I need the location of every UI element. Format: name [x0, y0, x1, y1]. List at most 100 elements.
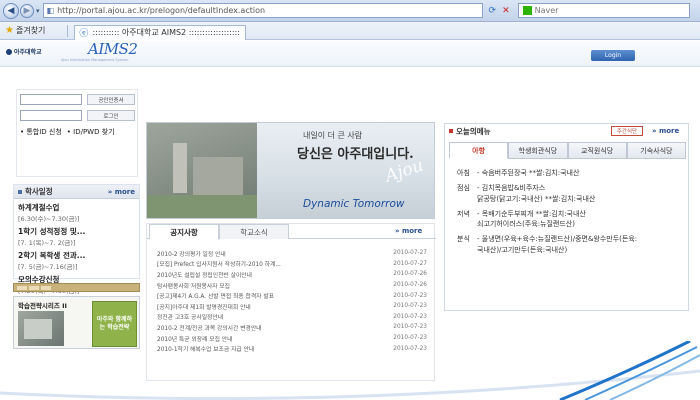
refresh-icon[interactable]: ⟳ — [489, 6, 497, 16]
schedule-item[interactable]: 2학기 복학생 전과... [7. 5(금)~7.16(금)] — [18, 250, 135, 271]
favorites-label: 즐겨찾기 — [15, 26, 46, 35]
quick-banner-strip[interactable] — [13, 283, 140, 292]
dish-line: 닭공탕(닭고기:국내산) **쌀:김치:국내산 — [477, 194, 596, 203]
hero-dynamic-tomorrow: Dynamic Tomorrow — [303, 198, 405, 210]
bullet-icon — [18, 189, 22, 194]
notice-title: 정진관 고3호 공사일정안내 — [157, 315, 224, 322]
banner-chip — [29, 285, 39, 290]
notice-row[interactable]: 2010년도 설립설 정립인천반 살이안내 2010-07-26 — [157, 269, 427, 280]
notice-title: 2010년도 설립설 정립인천반 살이안내 — [157, 272, 252, 279]
search-input[interactable]: Naver — [517, 3, 690, 18]
tab-staff-cafeteria[interactable]: 교직원식당 — [567, 142, 627, 159]
notice-title: 2010-2 강의평가 일정 안내 — [157, 251, 226, 258]
meal-dishes: - 울냉면(우육+육수:뉴질랜드산)/중면&왕수만두(돈육: 국내산)/고기만두… — [477, 234, 637, 256]
bullet-icon — [449, 129, 453, 133]
notice-title: [모집] Prefect 입사지원서 작성하기-2010 하계... — [157, 262, 281, 269]
university-logo-text: 아주대학교 — [14, 49, 42, 56]
academic-schedule: 학사일정 » more 하계계절수업 [6.30(수)~7.30(금)] 1학기… — [13, 184, 140, 295]
notice-date: 2010-07-23 — [393, 324, 427, 331]
notice-title: 2010-2 전계/전공 과목 강의시간 변경안내 — [157, 325, 262, 332]
page-icon: ◧ — [46, 6, 55, 15]
forward-button[interactable]: ▶ — [20, 3, 34, 18]
stop-icon[interactable]: ✕ — [502, 6, 510, 16]
browser-tab-title: :::::::::: 아주대학교 AIMS2 :::::::::::::::::… — [92, 28, 240, 37]
tab-notices[interactable]: 공지사항 — [149, 224, 219, 240]
back-button[interactable]: ◀ — [3, 2, 19, 19]
schedule-title: 학사일정 — [18, 186, 53, 197]
register-id-link[interactable]: • 통합ID 신청 — [20, 127, 62, 137]
notice-row[interactable]: [공지]아주대 제1회 발명경진대회 안내 2010-07-23 — [157, 301, 427, 312]
notice-row[interactable]: 2010-2 전계/전공 과목 강의시간 변경안내 2010-07-23 — [157, 322, 427, 333]
notice-date: 2010-07-27 — [393, 250, 427, 257]
university-logo[interactable]: 아주대학교 — [6, 47, 42, 56]
logo-emblem-icon — [6, 48, 12, 55]
menu-row-dinner: 저녁 - 목배기순두부찌개 **쌀:김치:국내산 쇠고기허이러스(주육:뉴질랜드… — [457, 209, 685, 231]
menu-title: 오늘의메뉴 — [456, 126, 491, 136]
hero-slogan-line2: 당신은 아주대입니다. — [297, 147, 414, 162]
aims-logo[interactable]: AIMS2 Ajou Information Management System — [60, 40, 140, 66]
aims-title: AIMS2 — [88, 40, 138, 58]
dish-line: - 김치목음밥&비주자스 — [477, 183, 546, 192]
meal-label: 아침 — [457, 169, 470, 177]
schedule-item-date: [7. 1(목)~7. 2(금)] — [18, 239, 76, 247]
tab-school-news[interactable]: 학교소식 — [219, 224, 289, 239]
weekly-menu-button[interactable]: 주간식단 — [611, 126, 643, 136]
notice-row[interactable]: [모집] Prefect 입사지원서 작성하기-2010 하계... 2010-0… — [157, 259, 427, 270]
address-bar[interactable]: ◧ http://portal.ajou.ac.kr/prelogon/defa… — [42, 3, 483, 18]
menu-more-link[interactable]: » more — [652, 127, 679, 135]
tab-ahang[interactable]: 아항 — [449, 142, 509, 159]
certificate-button[interactable]: 공인인증서 — [87, 94, 135, 105]
tab-student-hall[interactable]: 학생회관식당 — [508, 142, 568, 159]
campus-photo — [147, 123, 257, 218]
meal-dishes: - 김치목음밥&비주자스 닭공탕(닭고기:국내산) **쌀:김치:국내산 — [477, 183, 595, 205]
favorites-button[interactable]: ★ 즐겨찾기 — [5, 25, 45, 36]
page-content: 아주대학교 AIMS2 Ajou Information Management … — [0, 40, 700, 400]
star-icon: ★ — [5, 25, 14, 36]
notice-date: 2010-07-23 — [393, 313, 427, 320]
study-banner-title: 학습전략시리즈 II — [18, 302, 67, 310]
schedule-more-link[interactable]: » more — [108, 188, 135, 196]
site-header: 아주대학교 AIMS2 Ajou Information Management … — [0, 40, 700, 67]
campus-tower — [173, 143, 187, 193]
login-links: • 통합ID 신청 • ID/PWD 찾기 — [20, 127, 115, 137]
schedule-title-text: 학사일정 — [25, 187, 53, 196]
user-id-input[interactable] — [20, 94, 82, 105]
hero-banner: 내일이 더 큰 사람 당신은 아주대입니다. Ajou Dynamic Tomo… — [146, 122, 435, 219]
tab-dormitory[interactable]: 기숙사식당 — [626, 142, 686, 159]
ie-icon: ⓔ — [79, 29, 89, 39]
notice-row[interactable]: [공고]제4기 A.G.A. 선발 면접 최종 합격자 발표 2010-07-23 — [157, 290, 427, 301]
dish-line: 쇠고기허이러스(주육:뉴질랜드산) — [477, 220, 575, 229]
schedule-item[interactable]: 1학기 성적정정 및... [7. 1(목)~7. 2(금)] — [18, 226, 135, 247]
decorative-swoosh — [0, 341, 700, 400]
today-menu: 오늘의메뉴 주간식단 » more 아항 학생회관식당 교직원식당 기숙사식당 … — [444, 123, 689, 311]
schedule-item[interactable]: 하계계절수업 [6.30(수)~7.30(금)] — [18, 202, 135, 223]
notice-more-link[interactable]: » more — [395, 227, 422, 235]
schedule-item-name: 2학기 복학생 전과... — [18, 251, 86, 260]
history-dropdown-icon[interactable]: ▾ — [36, 7, 40, 15]
dish-line: - 숙음버주된장국 **쌀:김치:국내산 — [477, 169, 580, 177]
menu-row-snack: 분식 - 울냉면(우육+육수:뉴질랜드산)/중면&왕수만두(돈육: 국내산)/고… — [457, 234, 685, 256]
schedule-item-name: 1학기 성적정정 및... — [18, 227, 86, 236]
find-id-pwd-link[interactable]: • ID/PWD 찾기 — [67, 127, 115, 137]
notice-date: 2010-07-23 — [393, 292, 427, 299]
login-button[interactable]: 로그인 — [87, 110, 135, 121]
meal-label: 점심 — [457, 183, 470, 192]
aims-subtitle: Ajou Information Management System — [61, 58, 129, 62]
browser-tab[interactable]: ⓔ :::::::::: 아주대학교 AIMS2 :::::::::::::::… — [74, 24, 247, 40]
header-login-button[interactable]: Login — [591, 50, 635, 61]
notice-title: 탐사팬봉사회 저원봉사자 모집 — [157, 283, 231, 290]
tab-separator — [67, 24, 69, 37]
notice-row[interactable]: 탐사팬봉사회 저원봉사자 모집 2010-07-26 — [157, 280, 427, 291]
dish-line: - 목배기순두부찌개 **쌀:김치:국내산 — [477, 209, 586, 218]
notice-date: 2010-07-26 — [393, 271, 427, 278]
notice-row[interactable]: 정진관 고3호 공사일정안내 2010-07-23 — [157, 312, 427, 323]
campus-building — [193, 157, 243, 195]
campus-lawn — [147, 195, 257, 218]
schedule-item-name: 하계계절수업 — [18, 203, 60, 212]
menu-row-lunch: 점심 - 김치목음밥&비주자스 닭공탕(닭고기:국내산) **쌀:김치:국내산 — [457, 183, 685, 205]
password-input[interactable] — [20, 110, 82, 121]
address-url: http://portal.ajou.ac.kr/prelogon/defaul… — [57, 6, 266, 15]
meal-label: 분식 — [457, 235, 470, 244]
notice-row[interactable]: 2010-2 강의평가 일정 안내 2010-07-27 — [157, 248, 427, 259]
meal-dishes: - 목배기순두부찌개 **쌀:김치:국내산 쇠고기허이러스(주육:뉴질랜드산) — [477, 209, 586, 231]
